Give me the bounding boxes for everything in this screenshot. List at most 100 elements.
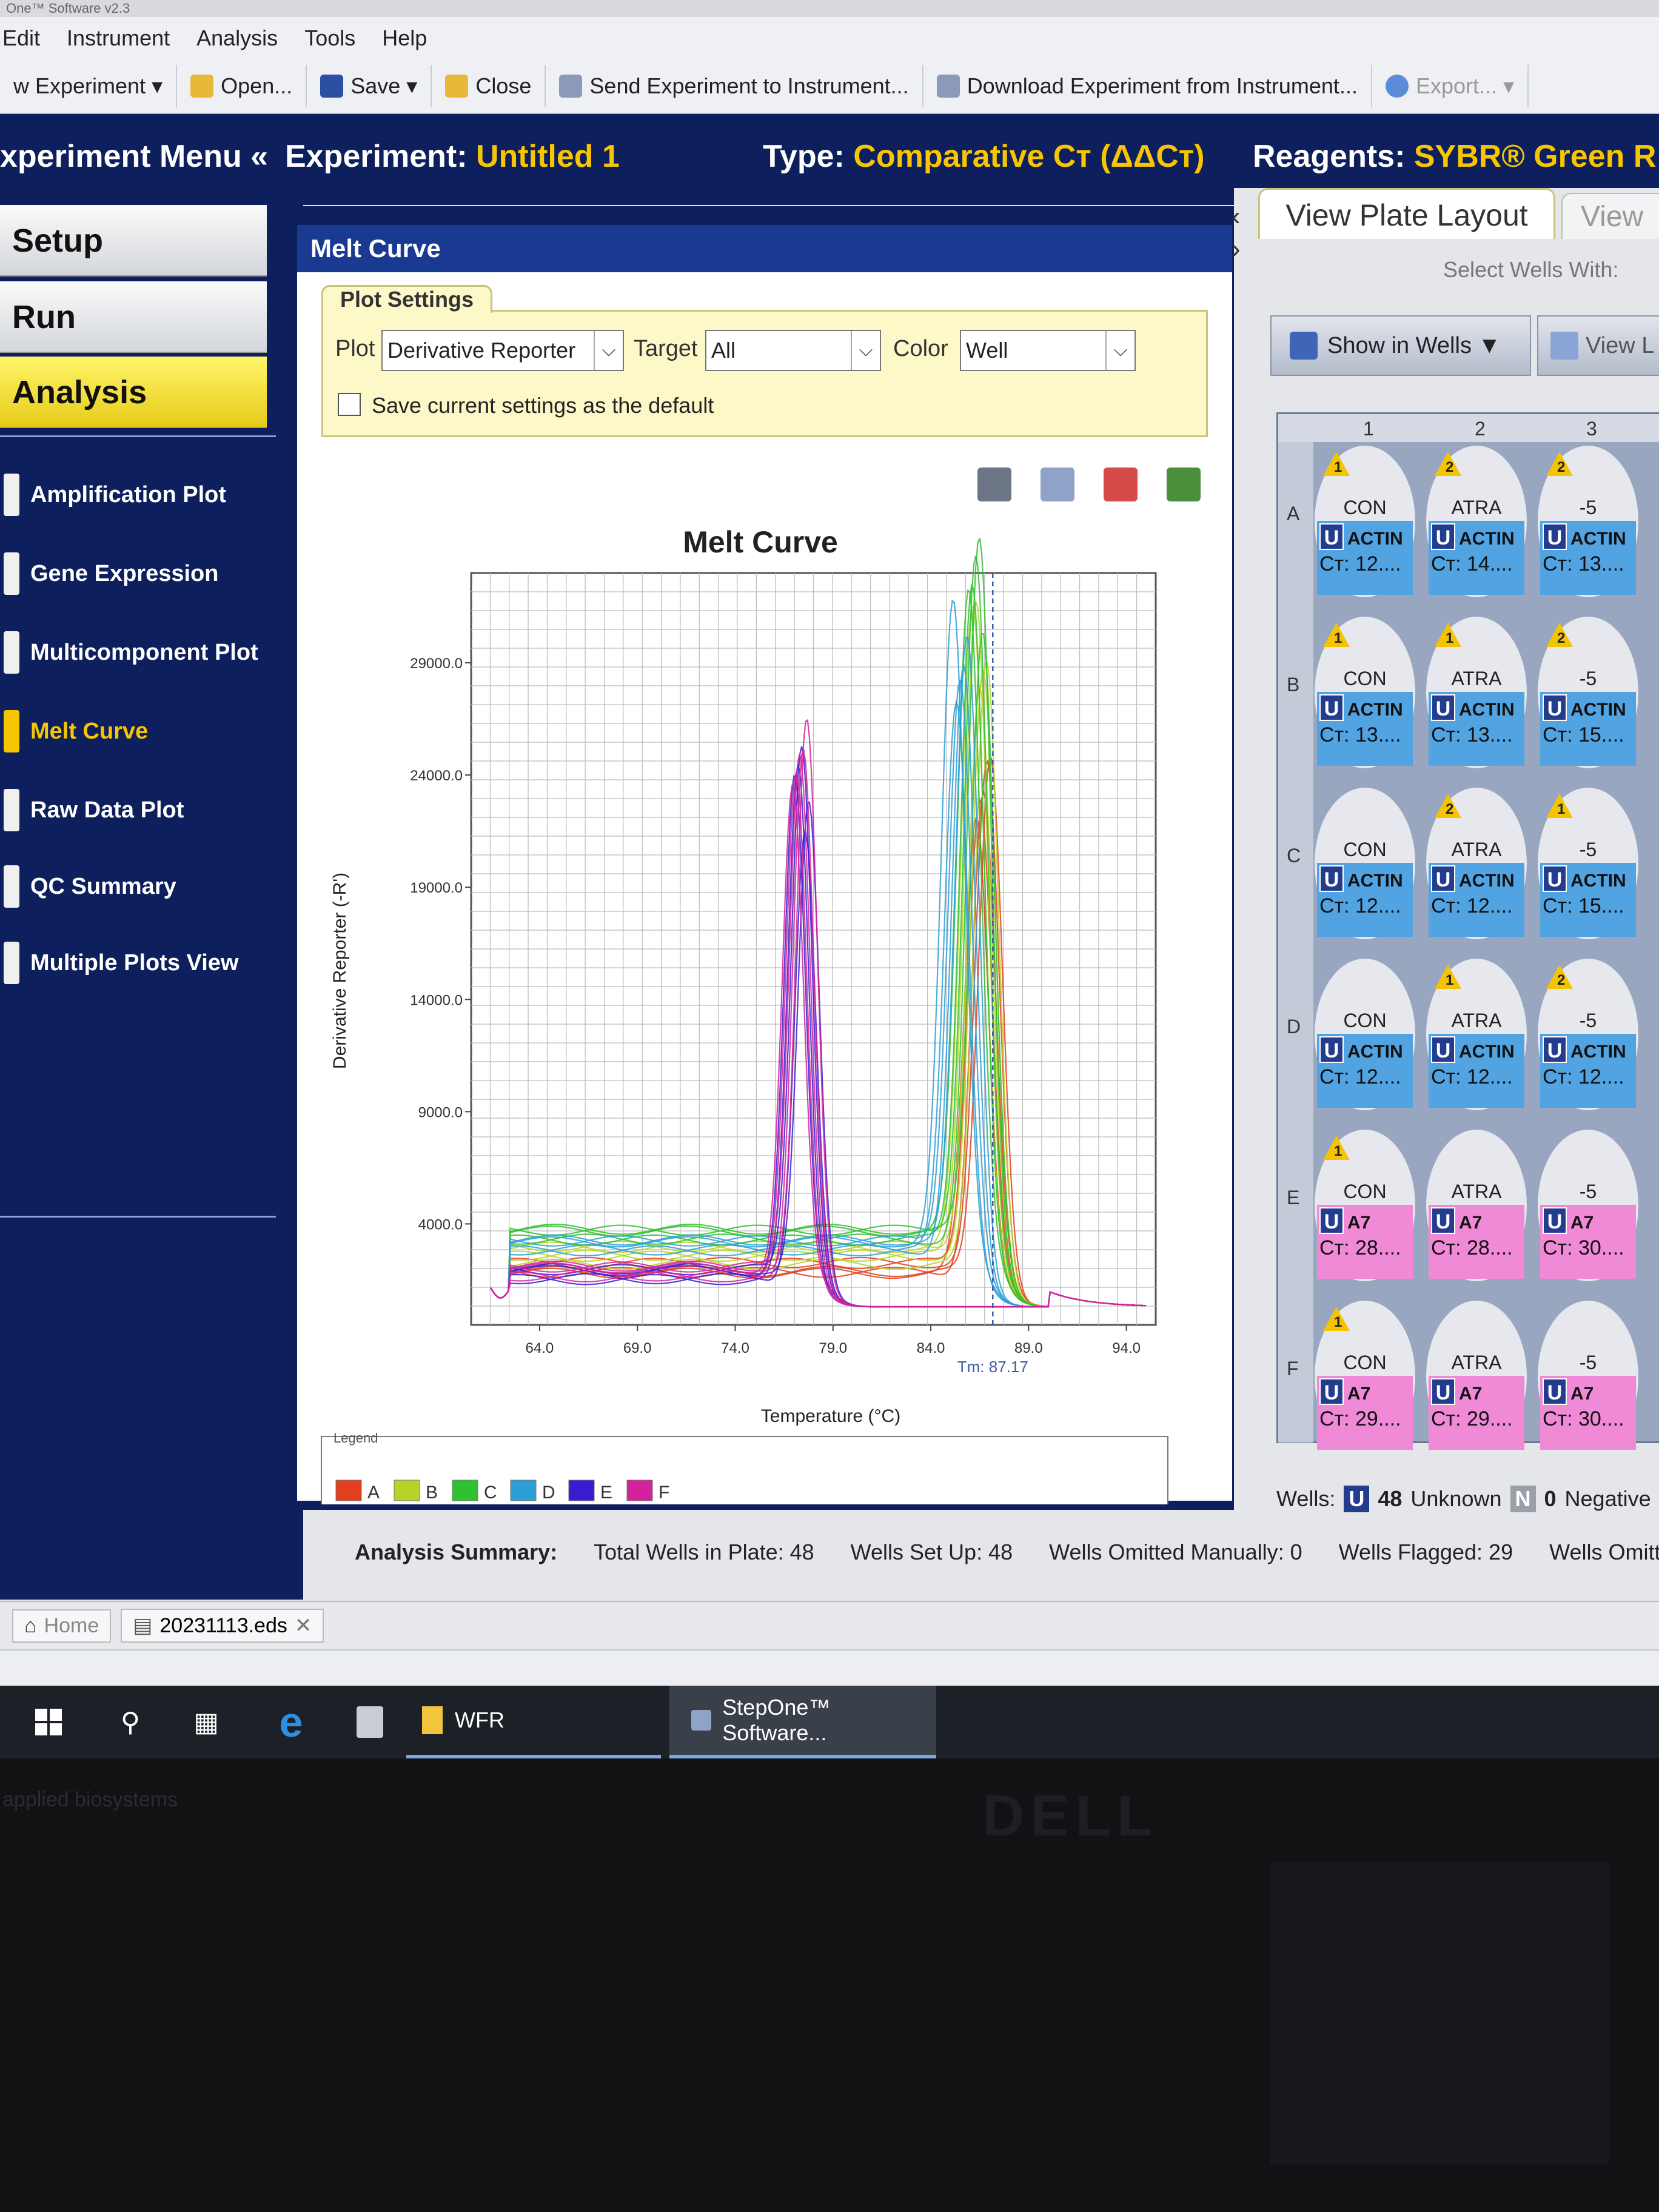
qc-summary-item[interactable]: QC Summary <box>0 853 291 920</box>
plate-well[interactable]: 2 -5 U ACTIN Cт: 13.... <box>1538 446 1638 597</box>
tab-view-plate-layout[interactable]: View Plate Layout <box>1258 188 1555 239</box>
analysis-summary: Analysis Summary: Total Wells in Plate: … <box>324 1519 1659 1586</box>
well-sample-name: ATRA <box>1451 1181 1502 1202</box>
open-button[interactable]: Open... <box>177 65 307 107</box>
well-sample-name: ATRA <box>1451 1352 1502 1373</box>
search-icon[interactable]: ⚲ <box>97 1686 164 1758</box>
experiment-menu-title[interactable]: xperiment Menu « <box>0 138 268 175</box>
gene-expression-item[interactable]: Gene Expression <box>0 540 291 607</box>
plate-well[interactable]: -5 U A7 Cт: 30.... <box>1538 1130 1638 1281</box>
close-tab-icon[interactable]: ✕ <box>295 1614 312 1638</box>
raw-data-plot-item[interactable]: Raw Data Plot <box>0 777 291 843</box>
well-ct-value: Cт: 28.... <box>1431 1236 1513 1259</box>
plate-column-header[interactable]: 2 <box>1475 418 1486 440</box>
tab-view-well-table[interactable]: View <box>1561 193 1659 239</box>
menu-help[interactable]: Help <box>382 25 427 51</box>
plate-layout-panel: View Plate Layout View ‹ › Select Wells W… <box>1232 188 1659 1601</box>
reagents-value: SYBR® Green R <box>1413 139 1657 174</box>
well-target-tag: U ACTIN Cт: 12.... <box>1317 1034 1413 1108</box>
send-experiment-button[interactable]: Send Experiment to Instrument... <box>546 65 923 107</box>
stepone-app-icon <box>691 1710 712 1731</box>
calculator-icon[interactable] <box>333 1686 406 1758</box>
new-experiment-button[interactable]: w Experiment ▾ <box>0 65 178 107</box>
plate-well[interactable]: ATRA U A7 Cт: 28.... <box>1426 1130 1527 1281</box>
download-experiment-button[interactable]: Download Experiment from Instrument... <box>923 65 1372 107</box>
plate-well[interactable]: 2 -5 U ACTIN Cт: 15.... <box>1538 617 1638 768</box>
show-in-wells-button[interactable]: Show in Wells ▼ <box>1270 315 1531 376</box>
close-button[interactable]: Close <box>432 65 546 107</box>
analysis-summary-label: Analysis Summary: <box>355 1540 558 1564</box>
well-ct-value: Cт: 13.... <box>1319 723 1401 746</box>
plate-row-header[interactable]: E <box>1287 1187 1299 1209</box>
document-icon: ▤ <box>133 1614 153 1637</box>
well-target-tag: U ACTIN Cт: 15.... <box>1540 863 1636 937</box>
plate-well[interactable]: 1 CON U ACTIN Cт: 12.... <box>1315 446 1415 597</box>
flag-count: 1 <box>1446 630 1454 646</box>
well-ct-value: Cт: 13.... <box>1431 723 1513 746</box>
tab-experiment-file[interactable]: ▤ 20231113.eds ✕ <box>121 1609 324 1643</box>
well-target-name: ACTIN <box>1347 871 1403 891</box>
unknown-task-icon: U <box>1543 523 1567 550</box>
internet-explorer-icon[interactable]: e <box>249 1686 333 1758</box>
task-view-icon[interactable]: ▦ <box>164 1686 249 1758</box>
well-sample-name: CON <box>1343 1010 1387 1031</box>
menu-analysis[interactable]: Analysis <box>196 25 278 51</box>
plate-well[interactable]: CON U ACTIN Cт: 12.... <box>1315 788 1415 939</box>
multiple-plots-view-item[interactable]: Multiple Plots View <box>0 930 291 996</box>
plate-row-header[interactable]: D <box>1287 1016 1301 1038</box>
x-axis-label: Temperature (°C) <box>761 1406 900 1426</box>
amplification-plot-item[interactable]: Amplification Plot <box>0 461 291 528</box>
nav-setup[interactable]: Setup <box>0 205 267 276</box>
save-button[interactable]: Save ▾ <box>307 65 432 107</box>
taskbar-app-stepone[interactable]: StepOne™ Software... <box>669 1686 936 1758</box>
plate-well[interactable]: 1 CON U A7 Cт: 29.... <box>1315 1301 1415 1452</box>
windows-start-icon[interactable] <box>0 1686 97 1758</box>
well-target-name: A7 <box>1459 1213 1483 1233</box>
flag-count: 1 <box>1557 801 1566 817</box>
view-legend-button[interactable]: View L <box>1537 315 1659 376</box>
amplification-plot-icon <box>4 474 19 516</box>
plate-well[interactable]: CON U ACTIN Cт: 12.... <box>1315 959 1415 1110</box>
plate-well[interactable]: ATRA U A7 Cт: 29.... <box>1426 1301 1527 1452</box>
document-tabs: ⌂ Home ▤ 20231113.eds ✕ <box>0 1601 1659 1649</box>
menu-edit[interactable]: Edit <box>2 25 40 51</box>
wells-flagged: Wells Flagged: 29 <box>1338 1540 1513 1564</box>
unknown-task-icon: U <box>1319 865 1344 892</box>
menu-instrument[interactable]: Instrument <box>67 25 170 51</box>
plate-row-header[interactable]: A <box>1287 503 1299 525</box>
plate-well[interactable]: 1 ATRA U ACTIN Cт: 13.... <box>1426 617 1527 768</box>
menu-tools[interactable]: Tools <box>304 25 355 51</box>
plate-well[interactable]: 1 CON U ACTIN Cт: 13.... <box>1315 617 1415 768</box>
plate-row-header[interactable]: F <box>1287 1358 1299 1380</box>
well-ct-value: Cт: 12.... <box>1431 894 1513 917</box>
tab-home[interactable]: ⌂ Home <box>12 1609 112 1643</box>
unknown-task-icon: U <box>1431 523 1455 550</box>
plate-well[interactable]: 1 ATRA U ACTIN Cт: 12.... <box>1426 959 1527 1110</box>
multicomponent-plot-item[interactable]: Multicomponent Plot <box>0 619 291 686</box>
folder-icon <box>190 75 214 98</box>
plate-row-header[interactable]: B <box>1287 674 1299 696</box>
taskbar-app-wfr[interactable]: WFR <box>406 1686 661 1758</box>
tm-marker-label: Tm: 87.17 <box>957 1358 1028 1376</box>
y-tick-label: 4000.0 <box>418 1216 463 1233</box>
nav-analysis[interactable]: Analysis <box>0 357 267 428</box>
plate-well[interactable]: -5 U A7 Cт: 30.... <box>1538 1301 1638 1452</box>
y-tick-label: 14000.0 <box>410 992 463 1008</box>
nav-run[interactable]: Run <box>0 281 267 353</box>
well-ct-value: Cт: 15.... <box>1543 723 1624 746</box>
plate-column-header[interactable]: 3 <box>1586 418 1597 440</box>
unknown-task-icon: U <box>1543 1207 1567 1234</box>
plate-row-header[interactable]: C <box>1287 845 1301 867</box>
plate-well[interactable]: 2 -5 U ACTIN Cт: 12.... <box>1538 959 1638 1110</box>
plate-well[interactable]: 2 ATRA U ACTIN Cт: 12.... <box>1426 788 1527 939</box>
legend-box <box>321 1436 1168 1504</box>
plate-well[interactable]: 1 CON U A7 Cт: 28.... <box>1315 1130 1415 1281</box>
well-target-name: A7 <box>1347 1213 1371 1233</box>
plate-column-header[interactable]: 1 <box>1363 418 1374 440</box>
well-target-tag: U ACTIN Cт: 15.... <box>1540 692 1636 766</box>
panel-collapse-arrows[interactable]: ‹ › <box>1232 200 1241 266</box>
plate-well[interactable]: 1 -5 U ACTIN Cт: 15.... <box>1538 788 1638 939</box>
melt-curve-item[interactable]: Melt Curve <box>0 698 291 765</box>
export-button[interactable]: Export... ▾ <box>1372 65 1529 107</box>
plate-well[interactable]: 2 ATRA U ACTIN Cт: 14.... <box>1426 446 1527 597</box>
